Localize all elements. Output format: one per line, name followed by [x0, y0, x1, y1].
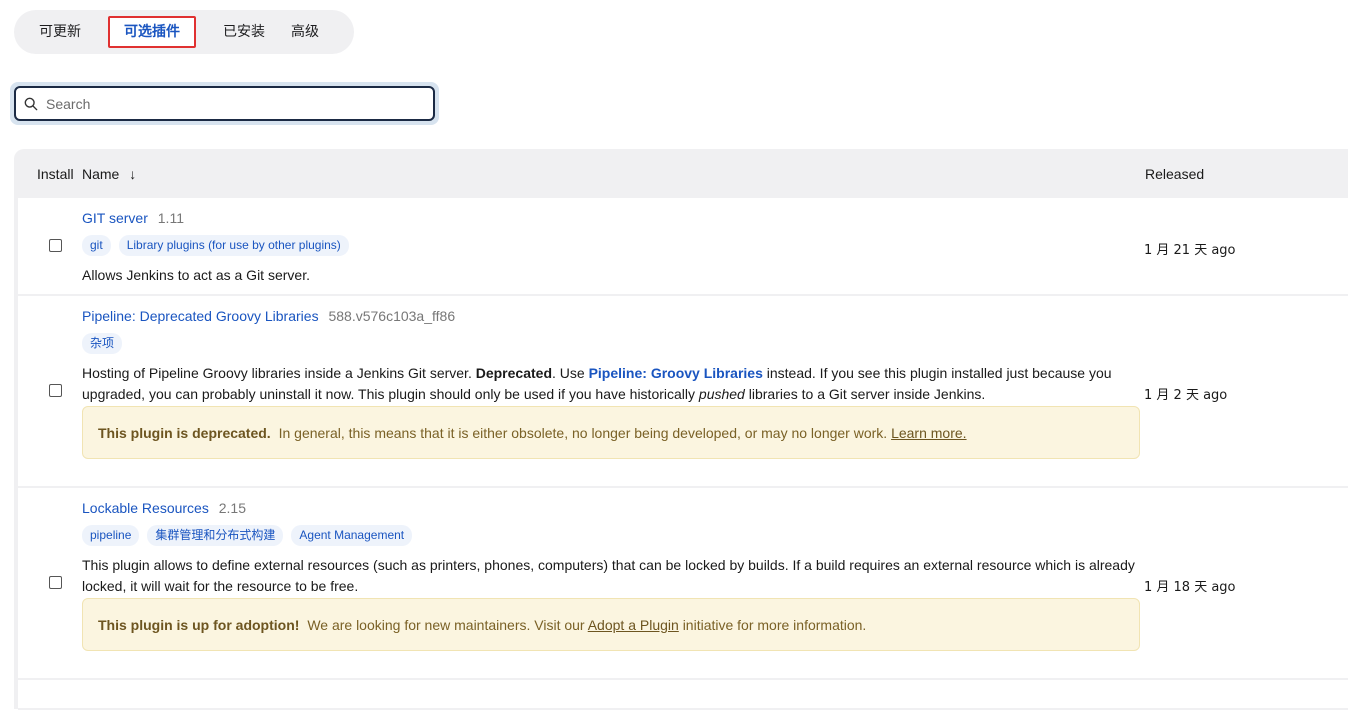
- search-container: [10, 82, 439, 125]
- plugin-tag[interactable]: 杂项: [82, 333, 123, 354]
- column-released[interactable]: Released: [1145, 166, 1204, 182]
- plugin-name-link[interactable]: Pipeline: Deprecated Groovy Libraries: [82, 308, 319, 324]
- table-row: [18, 680, 1348, 710]
- plugin-name-link[interactable]: Lockable Resources: [82, 500, 209, 516]
- released-date: 1 月 21 天 ago: [1144, 243, 1236, 258]
- install-checkbox[interactable]: [49, 384, 62, 397]
- adoption-notice: This plugin is up for adoption! We are l…: [82, 598, 1140, 651]
- notice-title: This plugin is up for adoption!: [98, 616, 300, 633]
- notice-text: initiative for more information.: [682, 616, 867, 633]
- description-italic: pushed: [698, 386, 745, 402]
- notice-text: In general, this means that it is either…: [278, 424, 888, 441]
- plugin-version: 1.11: [157, 210, 184, 226]
- tab-updates[interactable]: 可更新: [26, 16, 94, 48]
- plugin-description: Allows Jenkins to act as a Git server.: [82, 267, 310, 283]
- plugin-tag[interactable]: git: [82, 235, 111, 256]
- groovy-libraries-link[interactable]: Pipeline: Groovy Libraries: [589, 365, 763, 381]
- notice-title: This plugin is deprecated.: [98, 424, 271, 441]
- description-text: libraries to a Git server inside Jenkins…: [744, 386, 986, 402]
- table-row: Lockable Resources 2.15 pipeline 集群管理和分布…: [18, 488, 1348, 680]
- install-checkbox[interactable]: [49, 239, 62, 252]
- plugin-tag[interactable]: pipeline: [82, 525, 140, 546]
- search-icon: [24, 97, 38, 110]
- released-date: 1 月 18 天 ago: [1144, 580, 1236, 595]
- tab-available[interactable]: 可选插件: [108, 16, 196, 48]
- plugin-name-link[interactable]: GIT server: [82, 210, 148, 226]
- table-header: Install Name ↓ Released: [18, 149, 1348, 198]
- description-bold: Deprecated: [475, 365, 552, 381]
- search-box[interactable]: [14, 86, 435, 121]
- adopt-plugin-link[interactable]: Adopt a Plugin: [588, 617, 679, 633]
- column-name-label: Name: [82, 165, 120, 182]
- plugins-table: Install Name ↓ Released GIT server 1.11 …: [14, 149, 1348, 710]
- plugin-version: 2.15: [218, 500, 246, 516]
- description-text: Hosting of Pipeline Groovy libraries ins…: [82, 365, 476, 381]
- plugin-description: This plugin allows to define external re…: [82, 557, 1135, 594]
- table-row: GIT server 1.11 git Library plugins (for…: [18, 198, 1348, 296]
- description-text: . Use: [552, 365, 589, 381]
- released-date: 1 月 2 天 ago: [1144, 388, 1228, 403]
- plugin-tag[interactable]: 集群管理和分布式构建: [147, 525, 284, 546]
- plugin-version: 588.v576c103a_ff86: [328, 308, 456, 324]
- column-install: Install: [37, 165, 74, 182]
- tab-installed[interactable]: 已安装: [210, 16, 278, 48]
- deprecated-notice: This plugin is deprecated. In general, t…: [82, 406, 1140, 459]
- plugin-description: Hosting of Pipeline Groovy libraries ins…: [82, 363, 1140, 405]
- column-name[interactable]: Name ↓: [82, 166, 1145, 182]
- install-checkbox[interactable]: [49, 576, 62, 589]
- tab-bar: 可更新 可选插件 已安装 高级: [14, 10, 354, 54]
- plugin-tag[interactable]: Library plugins (for use by other plugin…: [118, 235, 349, 256]
- sort-arrow-icon: ↓: [129, 165, 137, 182]
- plugin-tag[interactable]: Agent Management: [291, 525, 413, 546]
- tab-advanced[interactable]: 高级: [278, 16, 332, 48]
- learn-more-link[interactable]: Learn more.: [891, 425, 966, 441]
- notice-text: We are looking for new maintainers. Visi…: [307, 616, 585, 633]
- table-row: Pipeline: Deprecated Groovy Libraries 58…: [18, 296, 1348, 488]
- search-input[interactable]: [46, 95, 433, 112]
